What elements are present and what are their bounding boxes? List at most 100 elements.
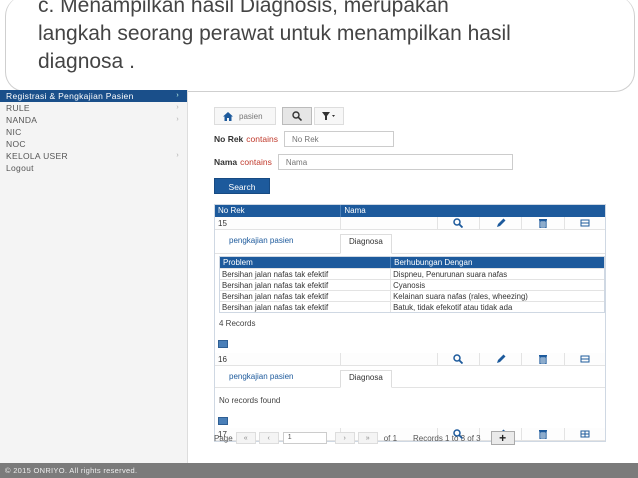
column-header-berhubungan[interactable]: Berhubungan Dengan: [391, 257, 604, 268]
sidebar-item-label: Registrasi & Pengkajian Pasien: [6, 91, 134, 101]
first-page-button[interactable]: «: [235, 432, 256, 444]
search-button[interactable]: Search: [214, 178, 270, 194]
sidebar-item-nanda[interactable]: NANDA ›: [0, 114, 187, 126]
view-button[interactable]: [438, 353, 480, 365]
search-icon: [292, 111, 302, 121]
delete-button[interactable]: [522, 353, 566, 365]
column-header-problem[interactable]: Problem: [220, 257, 392, 268]
sidebar-item-noc[interactable]: NOC: [0, 138, 187, 150]
toolbar: pasien: [214, 107, 344, 125]
column-header-norek[interactable]: No Rek: [215, 205, 342, 217]
slide-line-2: langkah seorang perawat untuk menampilka…: [38, 22, 511, 45]
nama-input[interactable]: [277, 154, 513, 170]
sidebar-item-nic[interactable]: NIC: [0, 126, 187, 138]
norek-label: No Rek: [214, 134, 244, 144]
grid-toggle-row: [215, 334, 605, 353]
delete-button[interactable]: [522, 217, 566, 229]
nama-operator[interactable]: contains: [240, 157, 272, 167]
cell-problem: Bersihan jalan nafas tak efektif: [220, 269, 392, 279]
cell-nama: [341, 353, 438, 365]
last-page-button[interactable]: »: [357, 432, 378, 444]
filter-icon: [322, 112, 335, 120]
cell-problem: Bersihan jalan nafas tak efektif: [220, 291, 392, 301]
diagnosa-header: Problem Berhubungan Dengan: [220, 257, 604, 268]
table-row[interactable]: Bersihan jalan nafas tak efektif Cyanosi…: [220, 279, 604, 290]
subgrid-tabs: pengkajian pasien Diagnosa: [215, 230, 605, 254]
sidebar-item-label: NIC: [6, 127, 22, 137]
prev-page-button[interactable]: ‹: [258, 432, 279, 444]
home-icon: [223, 111, 233, 121]
sidebar: Registrasi & Pengkajian Pasien › RULE › …: [0, 90, 188, 463]
grid-header: No Rek Nama: [215, 205, 605, 217]
breadcrumb-label: pasien: [239, 111, 263, 121]
filter-nama-row: Nama contains: [214, 154, 513, 170]
norek-input[interactable]: [283, 131, 394, 147]
sidebar-item-label: NANDA: [6, 115, 38, 125]
cell-problem: Bersihan jalan nafas tak efektif: [220, 302, 392, 312]
records-count: 4 Records: [219, 319, 256, 328]
add-record-button[interactable]: +: [490, 431, 515, 445]
page-count: of 1: [383, 433, 398, 443]
sidebar-item-registrasi[interactable]: Registrasi & Pengkajian Pasien ›: [0, 90, 187, 102]
cell-norek: 15: [215, 217, 342, 229]
magnifier-icon: [453, 218, 464, 228]
collapse-icon: [580, 355, 590, 363]
records-info: Records 1 to 3 of 3: [413, 433, 481, 443]
tab-pengkajian-pasien[interactable]: pengkajian pasien: [221, 370, 302, 386]
table-row[interactable]: Bersihan jalan nafas tak efektif Dispneu…: [220, 268, 604, 279]
empty-message: No records found: [219, 396, 281, 405]
cell-nama: [341, 217, 438, 229]
tab-diagnosa[interactable]: Diagnosa: [340, 370, 392, 388]
slide-line-1: c. Menampilkan hasil Diagnosis, merupaka…: [38, 0, 449, 17]
sidebar-item-logout[interactable]: Logout: [0, 162, 187, 174]
filter-button[interactable]: [314, 107, 344, 125]
breadcrumb-home[interactable]: pasien: [214, 107, 276, 125]
pencil-icon: [496, 354, 506, 363]
norek-operator[interactable]: contains: [246, 134, 278, 144]
filter-norek-row: No Rek contains: [214, 131, 394, 147]
sidebar-item-label: RULE: [6, 103, 30, 113]
trash-icon: [539, 355, 548, 364]
search-toggle-button[interactable]: [282, 107, 312, 125]
table-row[interactable]: Bersihan jalan nafas tak efektif Batuk, …: [220, 301, 604, 312]
page-input[interactable]: 1: [282, 432, 327, 444]
app-window: Registrasi & Pengkajian Pasien › RULE › …: [0, 90, 638, 463]
slide-text: c. Menampilkan hasil Diagnosis, merupaka…: [38, 0, 628, 76]
detail-button[interactable]: [565, 353, 605, 365]
grid-toggle-row: [215, 412, 605, 428]
tab-pengkajian-pasien[interactable]: pengkajian pasien: [221, 234, 302, 250]
chevron-right-icon: ›: [176, 116, 179, 123]
diagnosa-table: Problem Berhubungan Dengan Bersihan jala…: [219, 256, 605, 313]
main-panel: pasien No Rek contains Nama conta: [188, 90, 638, 463]
detail-button[interactable]: [565, 217, 605, 229]
cell-problem: Bersihan jalan nafas tak efektif: [220, 280, 392, 290]
cell-berhubungan: Cyanosis: [393, 281, 426, 290]
sidebar-item-label: Logout: [6, 163, 34, 173]
pager: Page « ‹ 1 › » of 1 Records 1 to 3 of 3 …: [214, 431, 606, 445]
sidebar-item-label: KELOLA USER: [6, 151, 68, 161]
sidebar-item-label: NOC: [6, 139, 26, 149]
trash-icon: [539, 219, 548, 228]
diagnosa-panel: Problem Berhubungan Dengan Bersihan jala…: [215, 254, 605, 334]
chevron-right-icon: ›: [176, 152, 179, 159]
table-row[interactable]: Bersihan jalan nafas tak efektif Kelaina…: [220, 290, 604, 301]
edit-button[interactable]: [480, 217, 523, 229]
table-icon[interactable]: [218, 417, 228, 425]
plus-icon: +: [499, 431, 507, 445]
nama-label: Nama: [214, 157, 238, 167]
column-header-nama[interactable]: Nama: [341, 205, 605, 217]
next-page-button[interactable]: ›: [334, 432, 355, 444]
chevron-right-icon: ›: [176, 92, 179, 99]
page-label: Page: [214, 433, 233, 443]
sidebar-item-rule[interactable]: RULE ›: [0, 102, 187, 114]
pencil-icon: [496, 218, 506, 227]
sidebar-item-kelola-user[interactable]: KELOLA USER ›: [0, 150, 187, 162]
edit-button[interactable]: [480, 353, 523, 365]
tab-diagnosa[interactable]: Diagnosa: [340, 234, 392, 254]
cell-berhubungan: Dispneu, Penurunan suara nafas: [393, 270, 508, 279]
table-icon[interactable]: [218, 340, 228, 348]
table-row[interactable]: 16: [215, 353, 605, 366]
view-button[interactable]: [438, 217, 480, 229]
table-row[interactable]: 15: [215, 217, 605, 230]
magnifier-icon: [453, 354, 464, 364]
